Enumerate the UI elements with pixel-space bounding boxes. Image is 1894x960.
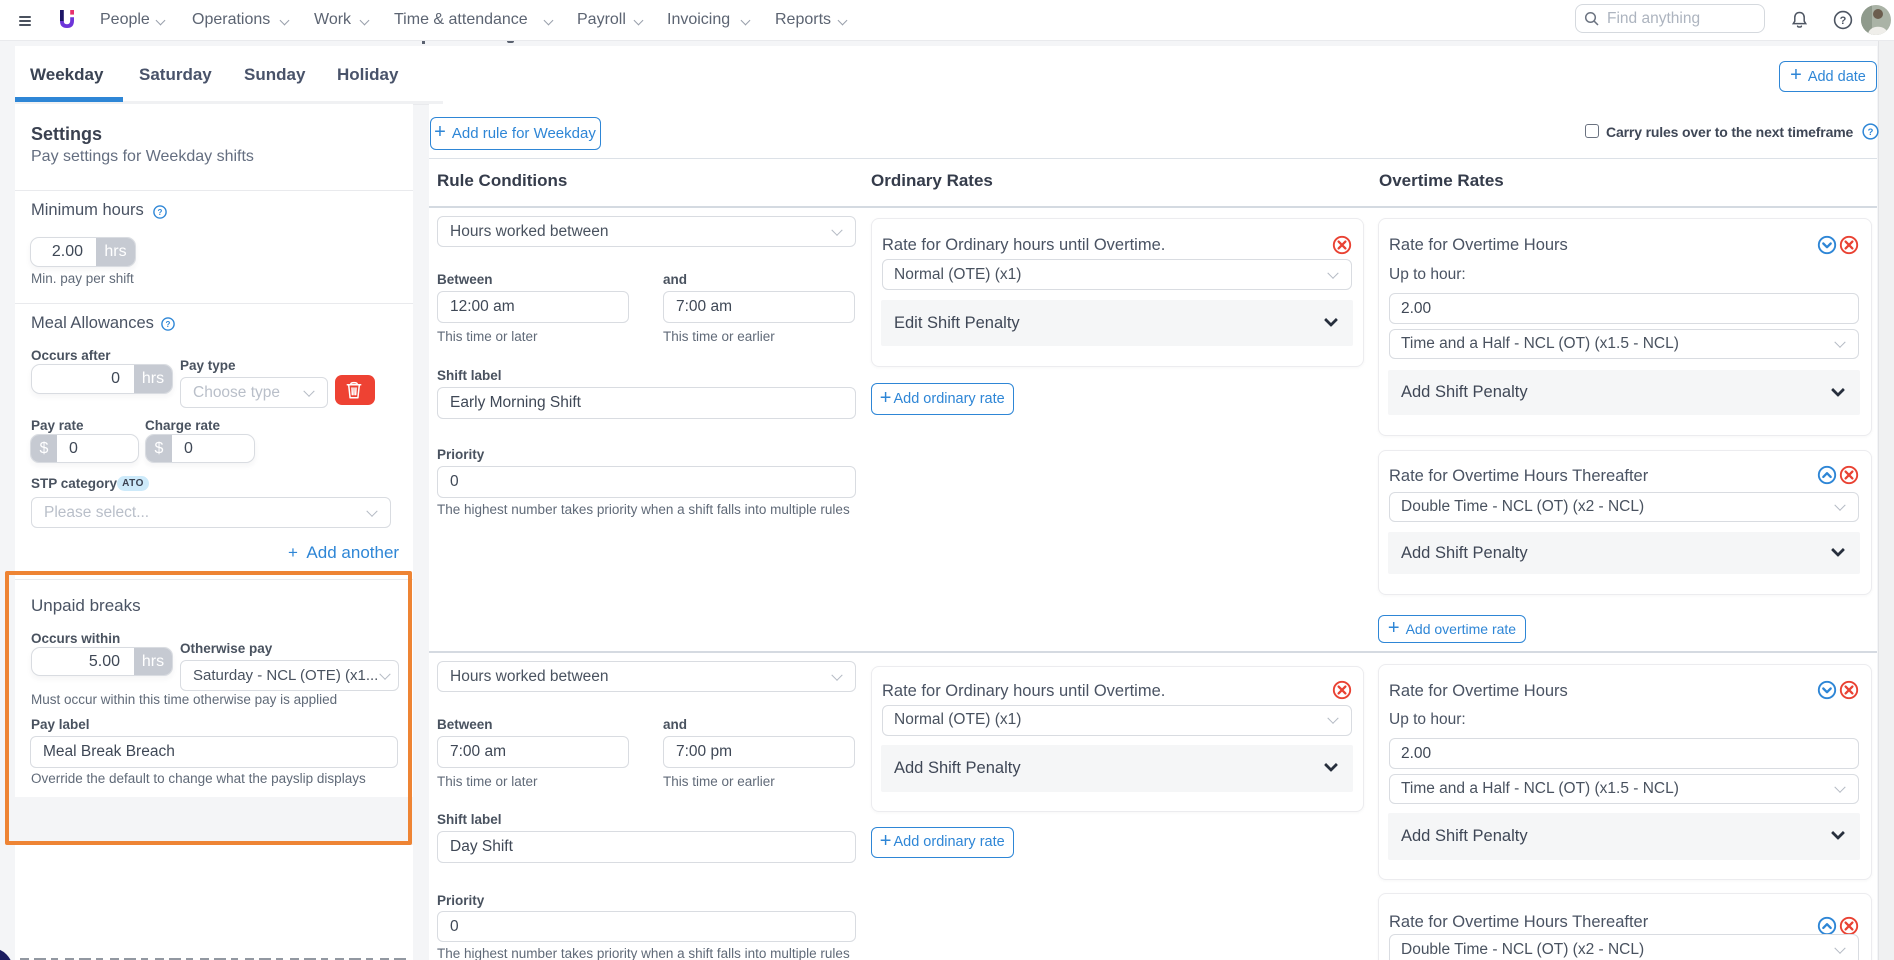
svg-text:?: ? (157, 208, 162, 217)
svg-text:?: ? (1840, 15, 1847, 27)
svg-text:?: ? (1868, 127, 1874, 138)
svg-text:?: ? (165, 320, 170, 329)
